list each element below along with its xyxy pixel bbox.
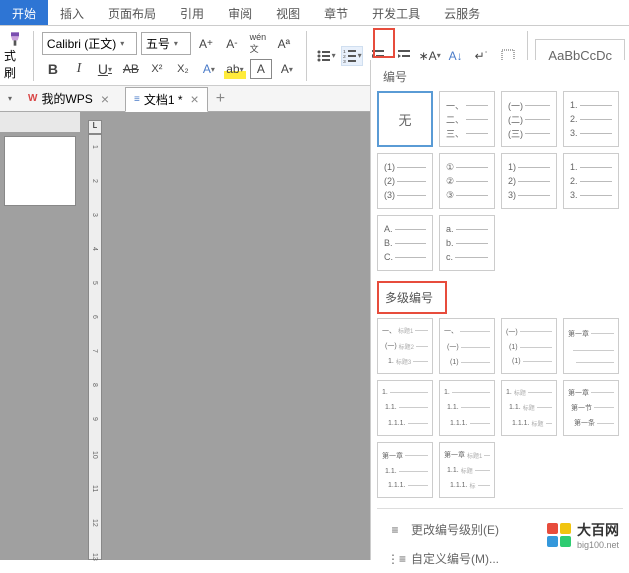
multilevel-header: 多级编号 [377,281,447,314]
clear-format-button[interactable]: A▾ [276,59,298,79]
menu-label: 更改编号级别(E) [411,521,499,538]
tab-start[interactable]: 开始 [0,0,48,25]
strikethrough-button[interactable]: AB [120,59,142,79]
watermark-title: 大百网 [577,522,619,538]
multilevel-grid: 一、标题1(一)标题21.标题3一、(一)(1)(一)(1)(1)第一章1.1.… [377,318,623,498]
numbering-option-7[interactable]: A.B.C. [377,215,433,271]
navigation-panel [0,112,80,560]
tab-devtools[interactable]: 开发工具 [360,0,432,25]
numbering-option-6[interactable]: 1.2.3. [563,153,619,209]
list-icon: ⋮≡ [387,552,403,566]
phonetic-guide-button[interactable]: wén文 [247,34,269,54]
multilevel-option-9[interactable]: 第一章标题11.1.标题1.1.1.标 [439,442,495,498]
watermark-sub: big100.net [577,540,619,550]
font-color-button[interactable]: A▾ [198,59,220,79]
tab-review[interactable]: 审阅 [216,0,264,25]
numbering-option-3[interactable]: (1)(2)(3) [377,153,433,209]
close-icon[interactable]: × [101,91,109,107]
numbering-option-2[interactable]: 1.2.3. [563,91,619,147]
character-border-button[interactable]: A [250,59,272,79]
tab-layout[interactable]: 页面布局 [96,0,168,25]
doc-tab-label: 文档1 * [144,91,183,108]
numbering-option-5[interactable]: 1)2)3) [501,153,557,209]
tab-cloud[interactable]: 云服务 [432,0,492,25]
panel-label: 编号 [377,66,623,91]
tab-view[interactable]: 视图 [264,0,312,25]
multilevel-option-2[interactable]: (一)(1)(1) [501,318,557,374]
doc-tab-wps[interactable]: W 我的WPS × [20,87,117,110]
numbering-option-1[interactable]: (一)(二)(三) [501,91,557,147]
document-area: L 12345678910111213 [80,112,370,560]
tab-insert[interactable]: 插入 [48,0,96,25]
close-icon[interactable]: × [191,91,199,107]
page-thumbnail[interactable] [4,136,76,206]
wps-icon: W [28,93,37,104]
word-icon: ≡ [134,94,140,105]
add-tab-button[interactable]: + [216,90,225,108]
indent-icon: ≡ [387,523,403,537]
chevron-down-icon[interactable]: ▾ [8,94,12,103]
format-brush[interactable]: 式刷 [4,31,25,81]
ruler-corner: L [88,120,102,134]
multilevel-option-7[interactable]: 第一章第一节第一条 [563,380,619,436]
watermark: 大百网 big100.net [547,520,619,550]
multilevel-option-6[interactable]: 1.标题1.1.标题1.1.1.标题 [501,380,557,436]
divider [306,31,307,81]
bold-button[interactable]: B [42,59,64,79]
italic-button[interactable]: I [68,59,90,79]
highlight-numbering [373,28,395,58]
decrease-font-button[interactable]: A- [221,34,243,54]
numbering-grid: 无一、二、三、(一)(二)(三)1.2.3. (1)(2)(3)①②③1)2)3)… [377,91,623,271]
tab-chapter[interactable]: 章节 [312,0,360,25]
format-brush-label: 式刷 [4,47,25,81]
numbering-button[interactable]: 123▾ [341,46,363,66]
numbering-option-8[interactable]: a.b.c. [439,215,495,271]
multilevel-option-8[interactable]: 第一章1.1.1.1.1. [377,442,433,498]
doc-tab-current[interactable]: ≡ 文档1 * × [125,87,208,112]
increase-font-button[interactable]: A+ [195,34,217,54]
multilevel-option-5[interactable]: 1.1.1.1.1.1. [439,380,495,436]
svg-text:3: 3 [343,58,346,63]
multilevel-option-1[interactable]: 一、(一)(1) [439,318,495,374]
numbering-option-0[interactable]: 一、二、三、 [439,91,495,147]
superscript-button[interactable]: X² [146,59,168,79]
numbering-option-4[interactable]: ①②③ [439,153,495,209]
subscript-button[interactable]: X₂ [172,59,194,79]
underline-button[interactable]: U▾ [94,59,116,79]
bullets-button[interactable]: ▾ [315,46,337,66]
multilevel-option-0[interactable]: 一、标题1(一)标题21.标题3 [377,318,433,374]
multilevel-option-4[interactable]: 1.1.1.1.1.1. [377,380,433,436]
change-case-button[interactable]: Aª [273,34,295,54]
multilevel-option-3[interactable]: 第一章 [563,318,619,374]
numbering-option-none[interactable]: 无 [377,91,433,147]
divider [33,31,34,81]
highlight-button[interactable]: ab▾ [224,59,246,79]
doc-tab-label: 我的WPS [41,90,92,107]
font-name-select[interactable]: Calibri (正文)▾ [42,32,137,55]
menu-label: 自定义编号(M)... [411,550,499,567]
font-size-select[interactable]: 五号▾ [141,32,191,55]
ribbon-tabs: 开始 插入 页面布局 引用 审阅 视图 章节 开发工具 云服务 [0,0,629,26]
watermark-logo [547,523,571,547]
vertical-ruler: 12345678910111213 [88,134,102,560]
numbering-dropdown: 编号 无一、二、三、(一)(二)(三)1.2.3. (1)(2)(3)①②③1)2… [370,60,629,560]
tab-reference[interactable]: 引用 [168,0,216,25]
